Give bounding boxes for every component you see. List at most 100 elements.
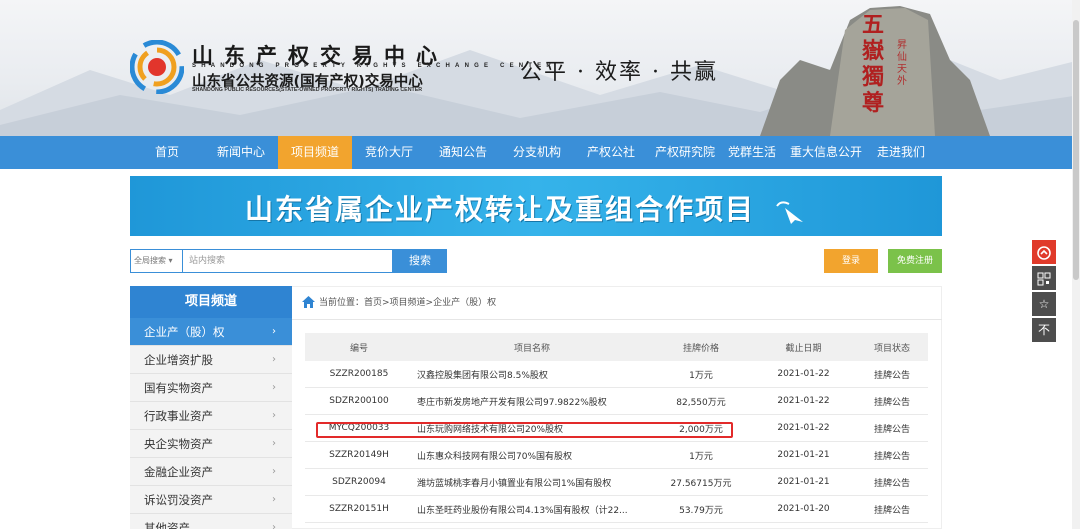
table-cell: 2021-01-22 <box>777 396 830 406</box>
table-cell: 1万元 <box>689 451 713 462</box>
project-link[interactable]: 潍坊蓝城桃李春月小镇置业有限公司1%国有股权 <box>413 476 651 489</box>
nav-item[interactable]: 产权公社 <box>574 136 648 169</box>
column-header: 项目状态 <box>873 343 910 354</box>
column-header: 挂牌价格 <box>682 343 719 354</box>
sidebar-item-label: 行政事业资产 <box>144 409 213 423</box>
search-input[interactable]: 站内搜索 <box>182 249 393 273</box>
table-cell: 挂牌公告 <box>873 451 910 462</box>
chevron-right-icon: › <box>272 494 276 505</box>
sidebar-item-label: 其他资产 <box>144 521 190 529</box>
qrcode-icon[interactable] <box>1032 266 1056 290</box>
column-header: 编号 <box>349 343 368 354</box>
chevron-right-icon: › <box>272 522 276 529</box>
table-cell: 1万元 <box>689 370 713 381</box>
close-icon[interactable]: 不 <box>1032 318 1056 342</box>
banner-title: 山东省属企业产权转让及重组合作项目 <box>245 188 809 228</box>
logo-subtitle-en-2: SHANDONG PUBLIC RESOURCES(STATE-OWNED PR… <box>192 87 423 93</box>
nav-item[interactable]: 新闻中心 <box>204 136 278 169</box>
table-cell: 2021-01-20 <box>777 504 830 514</box>
table-row[interactable]: SDZR20094 潍坊蓝城桃李春月小镇置业有限公司1%国有股权 27.56715万… <box>305 469 928 496</box>
logo-icon[interactable] <box>130 40 184 94</box>
table-cell: 挂牌公告 <box>873 370 910 381</box>
nav-item[interactable]: 党群生活 <box>722 136 782 169</box>
chevron-right-icon: › <box>272 466 276 477</box>
nav-item[interactable]: 项目频道 <box>278 136 352 169</box>
project-link[interactable]: 山东玩购网络技术有限公司20%股权 <box>413 422 651 435</box>
slogan: 公平 · 效率 · 共赢 <box>520 60 718 85</box>
sidebar-title: 项目频道 <box>130 286 292 318</box>
nav-item[interactable]: 首页 <box>130 136 204 169</box>
logo-subtitle-en: SHANDONG PROPERTY RIGHTS EXCHANGE CENTER <box>192 63 556 69</box>
chevron-right-icon: › <box>272 326 276 337</box>
sidebar-item[interactable]: 诉讼罚没资产 › <box>130 486 292 514</box>
project-link[interactable]: 山东惠众科技网有限公司70%国有股权 <box>413 449 651 462</box>
project-link[interactable]: 汉鑫控股集团有限公司8.5%股权 <box>413 368 651 381</box>
main-panel: 当前位置：首页>项目频道>企业产（股）权 编号 项目名称 挂牌价格 截止日期 项目状态 S… <box>292 286 942 529</box>
breadcrumb: 当前位置：首页>项目频道>企业产（股）权 <box>302 295 496 308</box>
table-cell: 2021-01-21 <box>777 450 830 460</box>
table-cell: 53.79万元 <box>679 505 723 516</box>
chevron-right-icon: › <box>272 438 276 449</box>
scrollbar-thumb[interactable] <box>1073 20 1079 280</box>
sidebar-item[interactable]: 其他资产 › <box>130 514 292 529</box>
project-link[interactable]: 山东圣旺药业股份有限公司4.13%国有股权（计22... <box>413 503 651 516</box>
sidebar-item[interactable]: 企业产（股）权 › <box>130 318 292 346</box>
table-row[interactable]: SZZR20151H 山东圣旺药业股份有限公司4.13%国有股权（计22... 53… <box>305 496 928 523</box>
sidebar-item-label: 央企实物资产 <box>144 437 213 451</box>
nav-item[interactable]: 竞价大厅 <box>352 136 426 169</box>
scrollbar[interactable] <box>1072 0 1080 529</box>
nav-item[interactable]: 走进我们 <box>870 136 932 169</box>
table-cell: SDZR20094 <box>332 477 386 487</box>
breadcrumb-text: 当前位置：首页>项目频道>企业产（股）权 <box>319 298 497 308</box>
sidebar: 项目频道 企业产（股）权 › 企业增资扩股 › 国有实物资产 › 行政事业资产 › 央企实物资产… <box>130 286 292 529</box>
top-icon[interactable] <box>1032 240 1056 264</box>
table-header: 编号 项目名称 挂牌价格 截止日期 项目状态 <box>305 333 928 361</box>
rock-inscription-small: 昇仙天外 <box>897 40 907 87</box>
table-row[interactable]: SZZR200185 汉鑫控股集团有限公司8.5%股权 1万元 2021-01-22 挂… <box>305 361 928 388</box>
search-scope-select[interactable]: 全局搜索 ▾ <box>130 249 182 273</box>
nav-item[interactable]: 分支机构 <box>500 136 574 169</box>
nav-item[interactable]: 通知公告 <box>426 136 500 169</box>
table-cell: MYCQ200033 <box>328 423 390 433</box>
rock-inscription: 五嶽獨尊 <box>861 12 884 116</box>
table-row[interactable]: MYCQ200033 山东玩购网络技术有限公司20%股权 2,000万元 2021-0… <box>305 415 928 442</box>
sidebar-item[interactable]: 金融企业资产 › <box>130 458 292 486</box>
sidebar-item-label: 企业增资扩股 <box>144 353 213 367</box>
nav-item[interactable]: 产权研究院 <box>648 136 722 169</box>
chevron-right-icon: › <box>272 410 276 421</box>
star-icon[interactable]: ☆ <box>1032 292 1056 316</box>
chevron-right-icon: › <box>272 354 276 365</box>
table-row[interactable]: SZZR20149H 山东惠众科技网有限公司70%国有股权 1万元 2021-01-2… <box>305 442 928 469</box>
table-cell: 2,000万元 <box>679 424 723 435</box>
column-header: 项目名称 <box>513 343 550 354</box>
main-nav: 首页 新闻中心 项目频道 竞价大厅 通知公告 分支机构 产权公社 产权研究院 党群生活 重大信息公… <box>0 136 1080 169</box>
project-link[interactable]: 枣庄市新发房地产开发有限公司97.9822%股权 <box>413 395 651 408</box>
floating-toolbar: ☆ 不 <box>1032 240 1056 344</box>
sidebar-item[interactable]: 国有实物资产 › <box>130 374 292 402</box>
pointer-icon <box>775 201 803 224</box>
sidebar-item[interactable]: 央企实物资产 › <box>130 430 292 458</box>
sidebar-item[interactable]: 企业增资扩股 › <box>130 346 292 374</box>
divider <box>292 319 942 320</box>
sidebar-item-label: 企业产（股）权 <box>144 325 225 339</box>
sidebar-item[interactable]: 行政事业资产 › <box>130 402 292 430</box>
site-header: 山东产权交易中心 SHANDONG PROPERTY RIGHTS EXCHAN… <box>0 0 1080 136</box>
table-cell: 2021-01-22 <box>777 369 830 379</box>
table-cell: 挂牌公告 <box>873 424 910 435</box>
table-cell: SZZR20149H <box>329 450 389 460</box>
sidebar-item-label: 诉讼罚没资产 <box>144 493 213 507</box>
table-cell: 挂牌公告 <box>873 397 910 408</box>
table-cell: 27.56715万元 <box>670 478 732 489</box>
table-cell: SDZR200100 <box>329 396 389 406</box>
table-row[interactable]: SDZR200100 枣庄市新发房地产开发有限公司97.9822%股权 82,550… <box>305 388 928 415</box>
nav-item[interactable]: 重大信息公开 <box>782 136 870 169</box>
sidebar-item-label: 金融企业资产 <box>144 465 213 479</box>
table-cell: SZZR20151H <box>329 504 389 514</box>
table-cell: 挂牌公告 <box>873 505 910 516</box>
register-button[interactable]: 免费注册 <box>888 249 942 273</box>
banner[interactable]: 山东省属企业产权转让及重组合作项目 <box>130 176 942 236</box>
project-table: 编号 项目名称 挂牌价格 截止日期 项目状态 SZZR200185 汉鑫控股集团有限公司8.… <box>305 333 928 523</box>
login-button[interactable]: 登录 <box>824 249 878 273</box>
table-cell: 82,550万元 <box>676 397 726 408</box>
search-button[interactable]: 搜索 <box>393 249 447 273</box>
